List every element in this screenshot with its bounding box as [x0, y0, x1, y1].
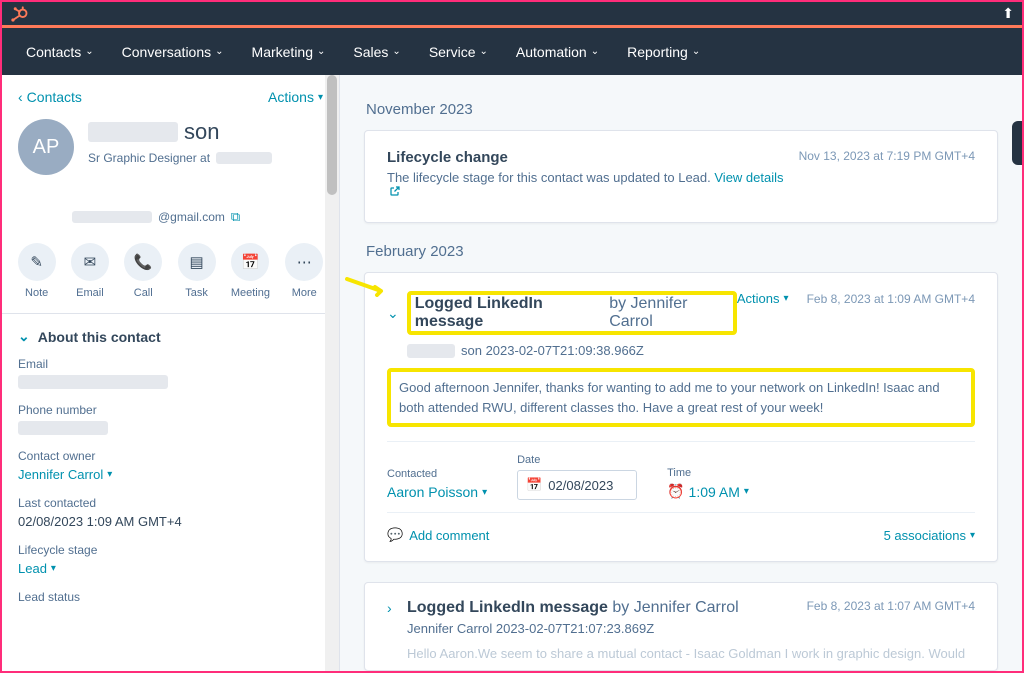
task-icon: ▤ — [189, 253, 203, 271]
top-bar: ⬆ — [2, 2, 1022, 28]
expand-toggle[interactable]: › — [387, 600, 399, 616]
nav-contacts[interactable]: Contacts⌄ — [26, 44, 94, 60]
calendar-icon: 📅 — [526, 477, 542, 493]
time-dropdown[interactable]: ⏰1:09 AM▾ — [667, 483, 749, 500]
chevron-down-icon: ▾ — [482, 487, 487, 498]
upgrade-icon[interactable]: ⬆ — [1002, 5, 1014, 22]
email-icon: ✉ — [84, 253, 97, 271]
time-label: Time — [667, 467, 749, 479]
sidebar-scrollbar[interactable] — [325, 75, 339, 671]
lifecycle-card: Lifecycle change The lifecycle stage for… — [364, 130, 998, 223]
chevron-down-icon: ⌄ — [18, 328, 30, 345]
nav-sales[interactable]: Sales⌄ — [353, 44, 400, 60]
more-button[interactable]: ⋯More — [285, 243, 323, 299]
activity-card-expanded: ⌄ Logged LinkedIn message by Jennifer Ca… — [364, 272, 998, 562]
activity-card-collapsed: › Logged LinkedIn message by Jennifer Ca… — [364, 582, 998, 671]
collapse-toggle[interactable]: ⌄ — [387, 305, 399, 322]
quick-actions: ✎Note ✉Email 📞Call ▤Task 📅Meeting ⋯More — [2, 225, 339, 314]
contact-name: son — [88, 119, 323, 145]
field-last-contacted-label: Last contacted — [18, 496, 323, 510]
contacted-dropdown[interactable]: Aaron Poisson▾ — [387, 484, 487, 500]
chevron-down-icon: ⌄ — [317, 46, 325, 57]
nav-conversations[interactable]: Conversations⌄ — [122, 44, 224, 60]
chevron-down-icon: ▾ — [51, 563, 56, 574]
lifecycle-date: Nov 13, 2023 at 7:19 PM GMT+4 — [799, 149, 975, 163]
field-email-label: Email — [18, 357, 323, 371]
activity-meta: Jennifer Carrol 2023-02-07T21:07:23.869Z — [407, 621, 975, 636]
chevron-down-icon: ⌄ — [591, 46, 599, 57]
chevron-down-icon: ▾ — [970, 530, 975, 541]
associations-dropdown[interactable]: 5 associations▾ — [884, 528, 975, 543]
field-lead-status-label: Lead status — [18, 590, 323, 604]
chevron-down-icon: ⌄ — [85, 46, 93, 57]
clock-icon: ⏰ — [667, 483, 684, 500]
meeting-button[interactable]: 📅Meeting — [231, 243, 270, 299]
activity-timeline: November 2023 Lifecycle change The lifec… — [340, 75, 1022, 671]
external-link-icon — [389, 185, 401, 197]
chevron-down-icon: ▾ — [744, 486, 749, 497]
comment-icon: 💬 — [387, 527, 403, 543]
chevron-down-icon: ⌄ — [692, 46, 700, 57]
back-contacts-link[interactable]: ‹ Contacts — [18, 89, 82, 105]
sidebar-actions-dropdown[interactable]: Actions ▾ — [268, 89, 323, 105]
field-phone-label: Phone number — [18, 403, 323, 417]
nav-reporting[interactable]: Reporting⌄ — [627, 44, 700, 60]
chevron-left-icon: ‹ — [18, 89, 23, 105]
nav-automation[interactable]: Automation⌄ — [516, 44, 599, 60]
lifecycle-body: The lifecycle stage for this contact was… — [387, 170, 799, 200]
phone-icon: 📞 — [134, 253, 153, 271]
about-toggle[interactable]: ⌄About this contact — [18, 328, 323, 345]
lifecycle-title: Lifecycle change — [387, 149, 799, 166]
date-input[interactable]: 📅02/08/2023 — [517, 470, 637, 500]
chevron-down-icon: ⌄ — [392, 46, 400, 57]
date-label: Date — [517, 454, 637, 466]
email-button[interactable]: ✉Email — [71, 243, 109, 299]
chevron-down-icon: ▾ — [107, 469, 112, 480]
activity-message-body: Good afternoon Jennifer, thanks for want… — [387, 368, 975, 427]
calendar-icon: 📅 — [241, 253, 260, 271]
chevron-down-icon: ⌄ — [215, 46, 223, 57]
about-section: ⌄About this contact Email Phone number C… — [2, 314, 339, 616]
activity-actions-dropdown[interactable]: Actions▾ — [737, 291, 789, 306]
task-button[interactable]: ▤Task — [178, 243, 216, 299]
activity-meta: son 2023-02-07T21:09:38.966Z — [407, 343, 975, 358]
field-lifecycle-label: Lifecycle stage — [18, 543, 323, 557]
contacted-label: Contacted — [387, 468, 487, 480]
highlighted-title: Logged LinkedIn message by Jennifer Carr… — [407, 291, 737, 335]
month-heading: February 2023 — [366, 243, 998, 260]
note-icon: ✎ — [30, 253, 43, 271]
callout-arrow-icon — [345, 277, 385, 297]
chevron-down-icon: ▾ — [784, 293, 789, 304]
activity-preview: Hello Aaron.We seem to share a mutual co… — [407, 644, 975, 664]
field-email-value — [18, 375, 323, 389]
chevron-down-icon: ▾ — [318, 92, 323, 103]
field-owner-label: Contact owner — [18, 449, 323, 463]
field-phone-value — [18, 421, 323, 435]
contact-title: Sr Graphic Designer at — [88, 151, 323, 165]
contact-email: @gmail.com ⧉ — [72, 209, 339, 225]
main-nav: Contacts⌄ Conversations⌄ Marketing⌄ Sale… — [2, 28, 1022, 75]
hubspot-logo-icon[interactable] — [10, 5, 28, 23]
nav-marketing[interactable]: Marketing⌄ — [252, 44, 326, 60]
field-last-contacted-value: 02/08/2023 1:09 AM GMT+4 — [18, 514, 323, 529]
activity-date: Feb 8, 2023 at 1:07 AM GMT+4 — [807, 599, 975, 613]
contact-sidebar: ‹ Contacts Actions ▾ AP son Sr Graphic D… — [2, 75, 340, 671]
field-lifecycle-value[interactable]: Lead▾ — [18, 561, 323, 576]
note-button[interactable]: ✎Note — [18, 243, 56, 299]
activity-date: Feb 8, 2023 at 1:09 AM GMT+4 — [807, 292, 975, 306]
copy-icon[interactable]: ⧉ — [231, 209, 240, 225]
avatar: AP — [18, 119, 74, 175]
chevron-down-icon: ⌄ — [480, 46, 488, 57]
more-icon: ⋯ — [297, 253, 312, 271]
nav-service[interactable]: Service⌄ — [429, 44, 488, 60]
add-comment-button[interactable]: 💬Add comment — [387, 527, 489, 543]
call-button[interactable]: 📞Call — [124, 243, 162, 299]
month-heading: November 2023 — [366, 101, 998, 118]
help-tab[interactable] — [1012, 121, 1022, 165]
field-owner-value[interactable]: Jennifer Carrol▾ — [18, 467, 323, 482]
